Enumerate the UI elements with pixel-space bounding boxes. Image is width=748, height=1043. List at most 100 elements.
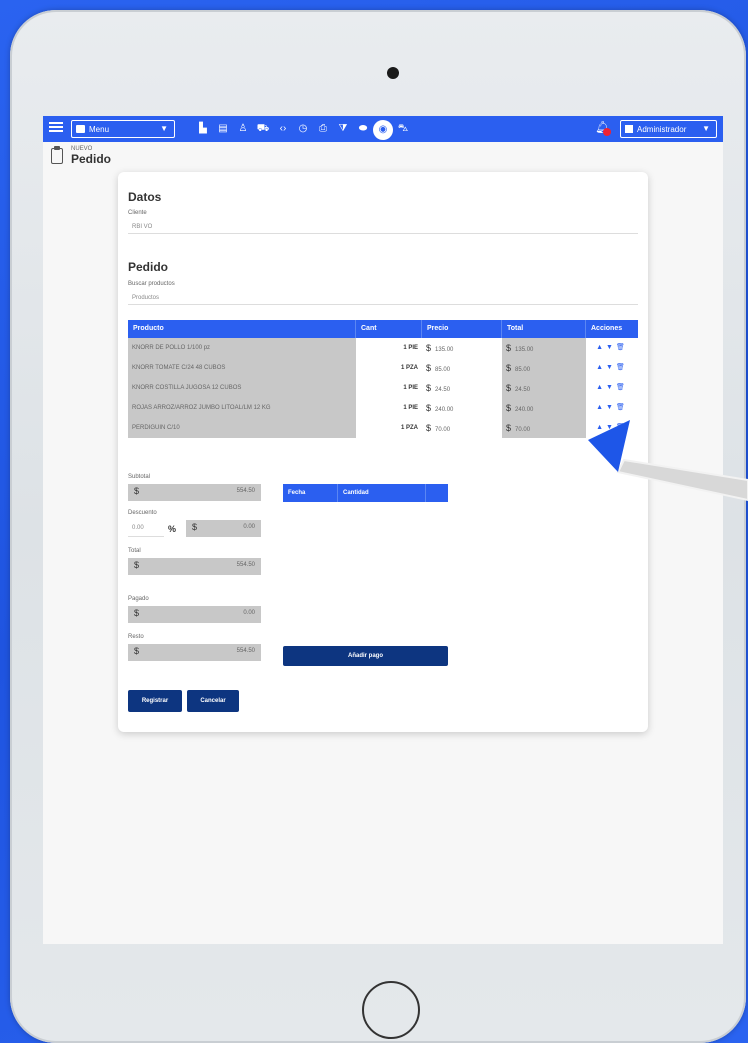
- buscar-input[interactable]: Productos: [128, 291, 638, 305]
- total-value: 554.50: [236, 562, 255, 568]
- precio-value: 240.00: [435, 407, 454, 413]
- box-icon[interactable]: ⬬: [353, 120, 373, 140]
- cell-total: $85.00: [502, 358, 586, 378]
- cancelar-button[interactable]: Cancelar: [187, 690, 239, 712]
- resto-value: 554.50: [236, 648, 255, 654]
- arrow-up-icon[interactable]: ▲: [596, 364, 606, 371]
- total-label: Total: [128, 548, 141, 554]
- order-icon[interactable]: ◉: [373, 120, 393, 140]
- col-fecha: Fecha: [283, 484, 338, 502]
- trash-icon[interactable]: 🗑︎: [616, 404, 628, 411]
- table-row: KNORR DE POLLO 1/100 pz 1 PIE $135.00 $1…: [128, 338, 638, 358]
- cell-cant[interactable]: 1 PIE: [356, 338, 422, 358]
- cell-cant[interactable]: 1 PZA: [356, 418, 422, 438]
- currency-symbol: $: [426, 403, 432, 413]
- precio-value: 135.00: [435, 347, 454, 353]
- cell-acciones: ▲▼🗑︎: [586, 358, 638, 378]
- arrow-down-icon[interactable]: ▼: [606, 364, 616, 371]
- currency-symbol: $: [426, 343, 432, 353]
- user-icon[interactable]: ♙: [233, 120, 253, 140]
- percent-symbol: %: [168, 524, 177, 534]
- cell-cant[interactable]: 1 PIE: [356, 378, 422, 398]
- col-precio: Precio: [422, 320, 502, 338]
- hamburger-icon[interactable]: [49, 121, 63, 136]
- add-payment-button[interactable]: Añadir pago: [283, 646, 448, 666]
- top-navbar: Menu ▼ ▙ ▤ ♙ ⛟ ‹› ◷ ⎙ ⧩ ⬬ ◉ ⛍ 🔔︎ Adminis…: [43, 116, 723, 142]
- filter-icon[interactable]: ⧩: [333, 120, 353, 140]
- cell-cant[interactable]: 1 PZA: [356, 358, 422, 378]
- arrow-up-icon[interactable]: ▲: [596, 344, 606, 351]
- resto-field: $ 554.50: [128, 644, 261, 661]
- products-table-header: Producto Cant Precio Total Acciones: [128, 320, 638, 338]
- cell-total: $70.00: [502, 418, 586, 438]
- payments-table-header: Fecha Cantidad: [283, 484, 448, 502]
- pagado-value: 0.00: [243, 610, 255, 616]
- col-empty: [426, 484, 448, 502]
- printer-icon[interactable]: ⎙: [313, 120, 333, 140]
- grid-icon[interactable]: ▤: [213, 120, 233, 140]
- cell-precio[interactable]: $240.00: [422, 398, 502, 418]
- precio-value: 70.00: [435, 427, 451, 433]
- chart-icon[interactable]: ▙: [193, 120, 213, 140]
- currency-symbol: $: [506, 403, 512, 413]
- cell-acciones: ▲▼🗑︎: [586, 378, 638, 398]
- user-dropdown-label: Administrador: [637, 124, 687, 134]
- home-button[interactable]: [362, 981, 420, 1039]
- cell-precio[interactable]: $85.00: [422, 358, 502, 378]
- cell-precio[interactable]: $24.50: [422, 378, 502, 398]
- col-producto: Producto: [128, 320, 356, 338]
- truck-icon[interactable]: ⛟: [253, 120, 273, 140]
- cell-acciones: ▲▼🗑︎: [586, 398, 638, 418]
- trash-icon[interactable]: 🗑︎: [616, 344, 628, 351]
- nav-icon-bar: ▙ ▤ ♙ ⛟ ‹› ◷ ⎙ ⧩ ⬬ ◉ ⛍: [193, 120, 413, 140]
- registrar-button[interactable]: Registrar: [128, 690, 182, 712]
- cart-icon[interactable]: ⛍: [393, 120, 413, 140]
- arrow-up-icon[interactable]: ▲: [596, 384, 606, 391]
- pointer-arrow-icon: [588, 420, 748, 530]
- menu-dropdown[interactable]: Menu ▼: [71, 120, 175, 138]
- clock-icon[interactable]: ◷: [293, 120, 313, 140]
- subtotal-label: Subtotal: [128, 474, 151, 480]
- user-dropdown[interactable]: Administrador ▼: [620, 120, 717, 138]
- order-form-card: Datos Cliente RBI VO Pedido Buscar produ…: [118, 172, 648, 732]
- descuento-pct-input[interactable]: 0.00: [128, 520, 164, 537]
- table-row: KNORR TOMATE C/24 48 CUBOS 1 PZA $85.00 …: [128, 358, 638, 378]
- col-acciones: Acciones: [591, 325, 623, 332]
- trash-icon[interactable]: 🗑︎: [616, 384, 628, 391]
- cliente-input[interactable]: RBI VO: [128, 220, 638, 234]
- notification-icon[interactable]: 🔔︎: [595, 120, 611, 136]
- currency-symbol: $: [134, 486, 140, 496]
- col-cantidad: Cantidad: [338, 484, 426, 502]
- arrow-down-icon[interactable]: ▼: [606, 384, 616, 391]
- currency-symbol: $: [426, 363, 432, 373]
- menu-square-icon: [76, 125, 85, 133]
- descuento-field[interactable]: $ 0.00: [186, 520, 261, 537]
- cell-total: $24.50: [502, 378, 586, 398]
- cell-producto: KNORR TOMATE C/24 48 CUBOS: [128, 358, 356, 378]
- clipboard-icon: [51, 146, 63, 164]
- cell-producto: KNORR COSTILLA JUGOSA 12 CUBOS: [128, 378, 356, 398]
- page-header: NUEVO Pedido: [51, 146, 111, 166]
- cell-precio[interactable]: $70.00: [422, 418, 502, 438]
- cell-cant[interactable]: 1 PIE: [356, 398, 422, 418]
- arrow-down-icon[interactable]: ▼: [606, 344, 616, 351]
- arrow-down-icon[interactable]: ▼: [606, 404, 616, 411]
- col-total: Total: [502, 320, 586, 338]
- code-icon[interactable]: ‹›: [273, 120, 293, 140]
- total-value: 24.50: [515, 387, 531, 393]
- notification-badge: [603, 128, 611, 136]
- trash-icon[interactable]: 🗑︎: [616, 364, 628, 371]
- subtotal-field: $ 554.50: [128, 484, 261, 501]
- user-square-icon: [625, 125, 633, 133]
- arrow-up-icon[interactable]: ▲: [596, 404, 606, 411]
- descuento-value: 0.00: [243, 524, 255, 530]
- cell-precio[interactable]: $135.00: [422, 338, 502, 358]
- table-row: KNORR COSTILLA JUGOSA 12 CUBOS 1 PIE $24…: [128, 378, 638, 398]
- camera-dot: [387, 67, 399, 79]
- datos-title: Datos: [128, 190, 162, 204]
- total-field: $ 554.50: [128, 558, 261, 575]
- total-value: 85.00: [515, 367, 531, 373]
- total-value: 135.00: [515, 347, 534, 353]
- resto-label: Resto: [128, 634, 144, 640]
- precio-value: 85.00: [435, 367, 451, 373]
